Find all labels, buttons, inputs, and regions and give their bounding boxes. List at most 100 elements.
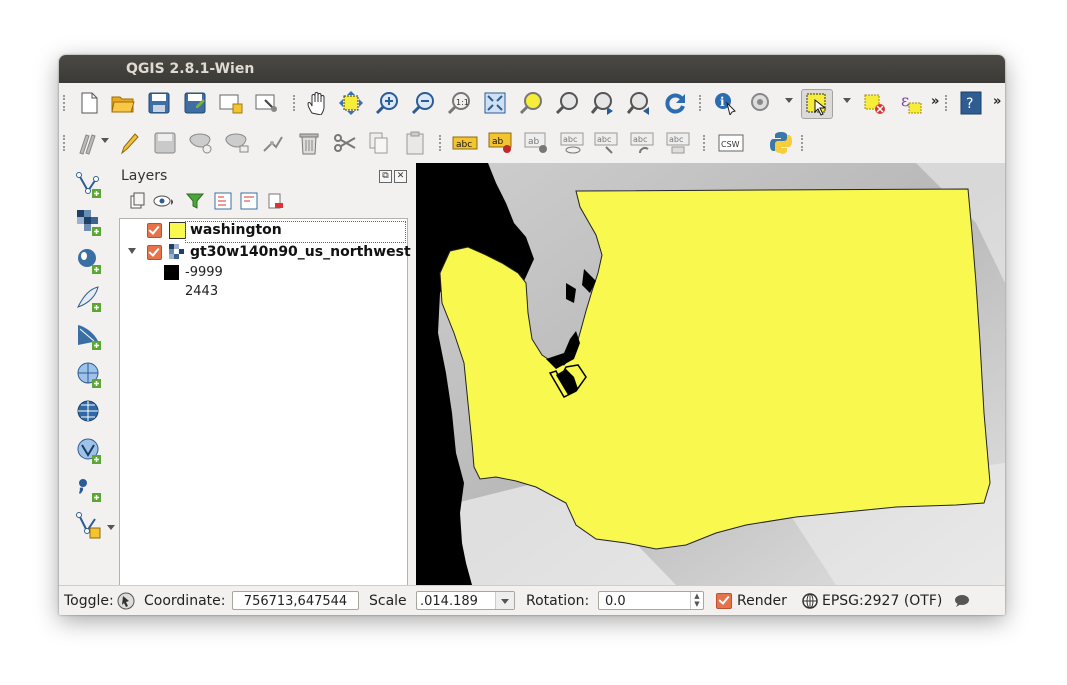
rotation-label: Rotation: — [526, 593, 590, 609]
toggle-edit-icon[interactable] — [115, 129, 143, 157]
composer-manager-icon[interactable] — [253, 89, 281, 117]
toggle-extents-mouse-icon[interactable] — [117, 592, 135, 610]
svg-text:?: ? — [966, 96, 973, 112]
render-checkbox[interactable] — [716, 593, 732, 609]
expand-arrow-icon[interactable] — [128, 248, 136, 254]
save-project-icon[interactable] — [145, 89, 173, 117]
save-edits-icon[interactable] — [151, 129, 179, 157]
zoom-last-icon[interactable] — [589, 89, 617, 117]
csw-icon[interactable]: CSW — [717, 129, 745, 157]
add-mssql-layer-icon[interactable] — [75, 323, 103, 351]
add-wfs-layer-icon[interactable] — [75, 437, 103, 465]
toolbar-overflow[interactable]: » — [931, 94, 939, 109]
deselect-icon[interactable] — [861, 89, 889, 117]
label-icon[interactable]: abc — [451, 129, 479, 157]
layer-name: washington — [190, 222, 282, 238]
python-icon[interactable] — [767, 129, 795, 157]
new-project-icon[interactable] — [75, 89, 103, 117]
layer-visibility-checkbox[interactable] — [147, 245, 162, 260]
add-vector-layer-icon[interactable] — [75, 171, 103, 199]
messages-icon[interactable] — [954, 594, 970, 608]
move-feature-icon[interactable] — [223, 129, 251, 157]
layer-visibility-checkbox[interactable] — [147, 223, 162, 238]
scale-combobox[interactable]: .014.189 — [416, 591, 515, 610]
layer-row-washington[interactable]: washington — [120, 221, 407, 243]
rotate-label-icon[interactable]: abc — [629, 129, 657, 157]
chevron-down-icon[interactable] — [843, 98, 851, 103]
change-label-icon[interactable]: abc — [665, 129, 693, 157]
spin-arrows-icon[interactable]: ▲ ▼ — [690, 592, 703, 609]
show-hide-label-icon[interactable]: abc — [559, 129, 587, 157]
digitize-icon[interactable] — [75, 129, 103, 157]
add-wms-layer-icon[interactable] — [75, 361, 103, 389]
zoom-to-layer-icon[interactable] — [553, 89, 581, 117]
toolbar-grip[interactable] — [63, 135, 68, 151]
map-canvas[interactable] — [416, 163, 1005, 585]
crs-globe-icon[interactable] — [802, 593, 818, 609]
chevron-down-icon[interactable] — [107, 525, 115, 530]
identify-icon[interactable]: i — [711, 89, 739, 117]
edit-toolbar: abc ab ab abc abc abc abc CSW — [59, 123, 1005, 163]
zoom-next-icon[interactable] — [625, 89, 653, 117]
add-group-icon[interactable] — [127, 191, 147, 211]
expression-select-icon[interactable]: ε — [897, 89, 925, 117]
legend-swatch — [164, 265, 179, 280]
toolbar-grip[interactable] — [703, 135, 708, 151]
add-feature-icon[interactable] — [187, 129, 215, 157]
toolbar-grip[interactable] — [945, 95, 950, 111]
filter-legend-icon[interactable] — [185, 191, 205, 211]
add-raster-layer-icon[interactable] — [75, 209, 103, 237]
toolbar-overflow-2[interactable]: » — [993, 94, 1001, 109]
paste-icon[interactable] — [401, 129, 429, 157]
expand-all-icon[interactable] — [213, 191, 233, 211]
add-wcs-layer-icon[interactable] — [75, 399, 103, 427]
zoom-full-icon[interactable] — [481, 89, 509, 117]
float-panel-icon[interactable]: ⧉ — [379, 170, 392, 183]
toolbar-grip[interactable] — [801, 135, 806, 151]
chevron-down-icon[interactable] — [101, 138, 109, 143]
rotation-spinbox[interactable]: 0.0 ▲ ▼ — [598, 591, 704, 610]
delete-selected-icon[interactable] — [295, 129, 323, 157]
close-panel-icon[interactable]: ✕ — [394, 170, 407, 183]
svg-text:ab: ab — [492, 137, 504, 147]
crs-status[interactable]: EPSG:2927 (OTF) — [822, 593, 942, 609]
toolbar-grip[interactable] — [439, 135, 444, 151]
chevron-down-icon[interactable] — [785, 98, 793, 103]
move-label-icon[interactable]: abc — [593, 129, 621, 157]
open-project-icon[interactable] — [109, 89, 137, 117]
collapse-all-icon[interactable] — [239, 191, 259, 211]
toolbar-grip[interactable] — [699, 95, 704, 111]
zoom-out-icon[interactable] — [409, 89, 437, 117]
save-as-icon[interactable] — [181, 89, 209, 117]
zoom-native-icon[interactable]: 1:1 — [445, 89, 473, 117]
svg-text:abc: abc — [456, 140, 472, 150]
add-spatialite-layer-icon[interactable] — [75, 285, 103, 313]
node-tool-icon[interactable] — [259, 129, 287, 157]
add-delimited-text-icon[interactable]: , — [75, 475, 103, 503]
chevron-down-icon[interactable] — [495, 592, 514, 609]
panel-controls: ⧉ ✕ — [379, 170, 407, 183]
legend-label: 2443 — [185, 284, 219, 299]
layer-row-gt30w140n90[interactable]: gt30w140n90_us_northwest — [120, 243, 411, 263]
select-feature-icon[interactable] — [801, 89, 833, 119]
action-icon[interactable] — [747, 89, 775, 117]
help-icon[interactable]: ? — [957, 89, 985, 117]
pin-label-icon[interactable]: ab — [487, 129, 515, 157]
remove-layer-icon[interactable] — [265, 191, 285, 211]
zoom-in-icon[interactable] — [373, 89, 401, 117]
cut-icon[interactable] — [331, 129, 359, 157]
render-label: Render — [737, 593, 787, 609]
new-print-composer-icon[interactable] — [217, 89, 245, 117]
highlight-label-icon[interactable]: ab — [523, 129, 551, 157]
new-shapefile-icon[interactable] — [75, 511, 103, 539]
refresh-icon[interactable] — [661, 89, 689, 117]
pan-to-selection-icon[interactable] — [337, 89, 365, 117]
toolbar-grip[interactable] — [63, 95, 68, 111]
pan-icon[interactable] — [303, 89, 331, 117]
coordinate-field[interactable]: 756713,647544 — [232, 591, 359, 610]
add-postgis-layer-icon[interactable] — [75, 247, 103, 275]
toolbar-grip[interactable] — [293, 95, 298, 111]
zoom-to-selection-icon[interactable] — [517, 89, 545, 117]
manage-visibility-icon[interactable] — [153, 191, 173, 211]
copy-icon[interactable] — [365, 129, 393, 157]
